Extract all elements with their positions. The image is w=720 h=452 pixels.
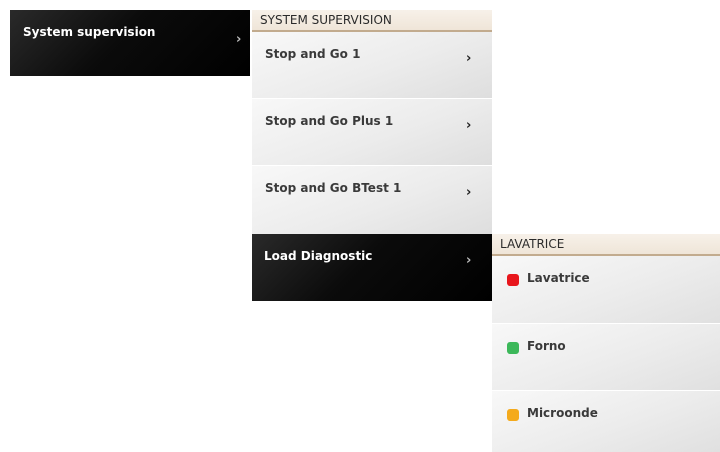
load-item-label: Lavatrice bbox=[527, 271, 590, 285]
chevron-right-icon: › bbox=[466, 118, 472, 133]
load-item-forno[interactable]: Forno bbox=[492, 324, 720, 390]
menu-item-label: Stop and Go BTest 1 bbox=[265, 181, 402, 195]
load-item-label: Microonde bbox=[527, 406, 598, 420]
menu-item-system-supervision[interactable]: System supervision › bbox=[10, 10, 250, 76]
status-indicator-icon bbox=[507, 274, 519, 286]
chevron-right-icon: › bbox=[466, 253, 472, 268]
menu-item-label: Load Diagnostic bbox=[264, 249, 373, 263]
status-indicator-icon bbox=[507, 342, 519, 354]
column-header-system-supervision: SYSTEM SUPERVISION bbox=[252, 10, 492, 32]
load-item-lavatrice[interactable]: Lavatrice bbox=[492, 256, 720, 323]
load-item-microonde[interactable]: Microonde bbox=[492, 391, 720, 452]
menu-item-label: Stop and Go Plus 1 bbox=[265, 114, 394, 128]
menu-item-stop-and-go-plus-1[interactable]: Stop and Go Plus 1 › bbox=[252, 99, 492, 165]
chevron-right-icon: › bbox=[236, 32, 242, 47]
column-header-lavatrice: LAVATRICE bbox=[492, 234, 720, 256]
status-indicator-icon bbox=[507, 409, 519, 421]
menu-item-label: System supervision bbox=[23, 25, 156, 39]
chevron-right-icon: › bbox=[466, 185, 472, 200]
menu-item-label: Stop and Go 1 bbox=[265, 47, 361, 61]
menu-item-stop-and-go-btest-1[interactable]: Stop and Go BTest 1 › bbox=[252, 166, 492, 234]
menu-item-stop-and-go-1[interactable]: Stop and Go 1 › bbox=[252, 32, 492, 98]
menu-item-load-diagnostic[interactable]: Load Diagnostic › bbox=[252, 234, 492, 301]
load-item-label: Forno bbox=[527, 339, 566, 353]
chevron-right-icon: › bbox=[466, 51, 472, 66]
